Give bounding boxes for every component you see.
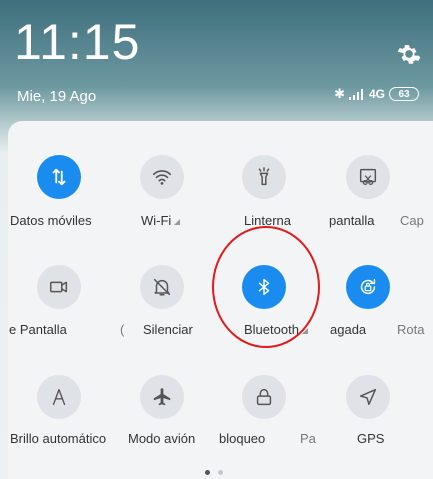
label-pa: Pa (300, 431, 316, 446)
location-arrow-icon (359, 388, 377, 406)
tile-gps[interactable] (346, 375, 390, 419)
bell-off-icon (153, 278, 171, 296)
label-wifi: Wi-Fi (141, 213, 181, 228)
screenshot-icon (359, 168, 377, 185)
page-dot-2[interactable] (218, 470, 223, 475)
system-icons: ✱ 4G 63 (334, 84, 419, 104)
flashlight-icon (258, 167, 270, 186)
airplane-icon (153, 388, 171, 406)
highlight-circle (212, 226, 320, 348)
label-gagada: agada (330, 322, 367, 337)
tile-bloqueo[interactable] (242, 375, 286, 419)
rotate-lock-icon (360, 278, 376, 295)
label-gps: GPS (357, 431, 385, 446)
tile-brillo[interactable] (37, 375, 81, 419)
tile-grabar-pantalla[interactable] (37, 265, 81, 309)
network-type: 4G (368, 87, 385, 101)
lock-icon (256, 388, 272, 406)
tile-wifi[interactable] (140, 155, 184, 199)
label-modo-avion: Modo avión (128, 431, 196, 446)
tile-modo-avion[interactable] (140, 375, 184, 419)
bluetooth-status-icon: ✱ (334, 86, 345, 101)
battery-indicator: 63 (389, 87, 419, 101)
label-bloqueo: bloqueo (219, 431, 266, 446)
status-bar: 11:15 Mie, 19 Ago ✱ 4G 63 (0, 0, 433, 120)
page-dot-1[interactable] (205, 470, 210, 475)
label-cap: Cap (400, 213, 424, 228)
label-grabar-pantalla: e Pantalla (9, 322, 67, 337)
label-brillo: Brillo automático (10, 431, 107, 446)
label-paren: ( (120, 322, 125, 337)
clock: 11:15 (14, 14, 141, 70)
tile-rotacion[interactable] (346, 265, 390, 309)
video-icon (50, 281, 68, 293)
signal-icon (348, 89, 363, 100)
tile-datos-moviles[interactable] (37, 155, 81, 199)
arrows-updown-icon (52, 168, 66, 186)
label-silenciar: Silenciar (143, 322, 193, 337)
label-rota: Rota (397, 322, 425, 337)
wifi-icon (152, 170, 172, 185)
tile-linterna[interactable] (242, 155, 286, 199)
tile-silenciar[interactable] (140, 265, 184, 309)
letter-a-icon (52, 388, 66, 406)
tile-pantalla[interactable] (346, 155, 390, 199)
label-pantalla: pantalla (329, 213, 375, 228)
gear-icon[interactable] (396, 42, 422, 68)
page-indicator (205, 470, 223, 475)
label-datos-moviles: Datos móviles (10, 213, 92, 228)
date: Mie, 19 Ago (17, 88, 97, 105)
